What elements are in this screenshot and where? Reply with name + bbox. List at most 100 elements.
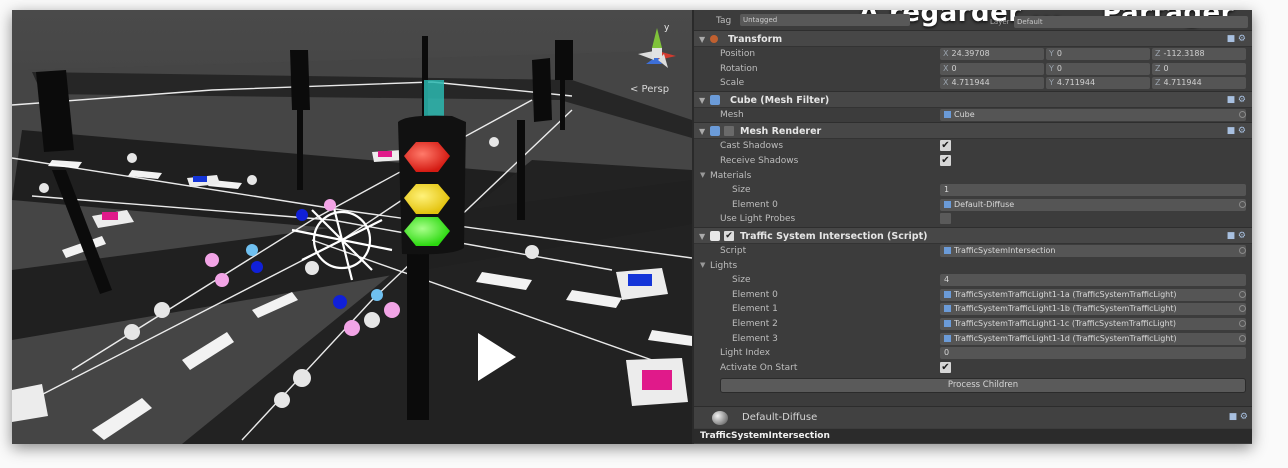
light-index-label: Light Index	[720, 348, 771, 359]
collapse-arrow-icon[interactable]: ▼	[699, 127, 705, 136]
component-settings-icon[interactable]: ■ ⚙	[1227, 231, 1246, 241]
material-sphere-icon	[712, 411, 728, 425]
light-index-row: Light Index 0	[694, 346, 1252, 361]
lights-row[interactable]: ▼ Lights	[694, 259, 1252, 274]
collapse-arrow-icon[interactable]: ▼	[699, 96, 705, 105]
component-settings-icon[interactable]: ■ ⚙	[1229, 412, 1248, 422]
object-picker-icon[interactable]	[1239, 110, 1246, 118]
tag-dropdown[interactable]: Untagged	[740, 14, 910, 26]
light-element-field[interactable]: TrafficSystemTrafficLight1-1b (TrafficSy…	[940, 303, 1246, 316]
position-row: Position X 24.39708 Y0 Z -112.3188	[694, 47, 1252, 62]
light-probes-label: Use Light Probes	[720, 214, 796, 225]
material-element0-field[interactable]: Default-Diffuse	[940, 198, 1246, 211]
materials-size-label: Size	[732, 185, 751, 196]
transform-title: Transform	[728, 34, 783, 45]
lights-label: Lights	[710, 260, 738, 271]
light-element-field[interactable]: TrafficSystemTrafficLight1-1a (TrafficSy…	[940, 288, 1246, 301]
material-element0-row: Element 0 Default-Diffuse	[694, 198, 1252, 213]
transform-icon	[710, 35, 718, 43]
light-element-row: Element 3 TrafficSystemTrafficLight1-1d …	[694, 332, 1252, 347]
object-picker-icon[interactable]	[1239, 334, 1246, 342]
rotation-x-field[interactable]: X0	[940, 62, 1044, 75]
layer-dropdown[interactable]: Default	[1014, 16, 1248, 28]
scene-view[interactable]: y < Persp	[12, 10, 692, 444]
light-element-field[interactable]: TrafficSystemTrafficLight1-1d (TrafficSy…	[940, 332, 1246, 345]
expand-arrow-icon[interactable]: ▼	[700, 261, 705, 269]
script-title: Traffic System Intersection (Script)	[740, 230, 928, 242]
position-z-field[interactable]: Z -112.3188	[1152, 48, 1246, 60]
light-element-row: Element 0 TrafficSystemTrafficLight1-1a …	[694, 288, 1252, 303]
script-field[interactable]: TrafficSystemIntersection	[940, 244, 1246, 257]
expand-arrow-icon[interactable]: ▼	[700, 171, 705, 179]
mesh-renderer-icon	[710, 126, 720, 137]
cast-shadows-label: Cast Shadows	[720, 141, 784, 152]
lights-size-label: Size	[732, 275, 751, 286]
light-probes-row: Use Light Probes	[694, 212, 1252, 227]
video-frame: y < Persp A regarder ...Partager Tag Unt…	[12, 10, 1252, 444]
mesh-label: Mesh	[720, 109, 744, 120]
position-y-field[interactable]: Y0	[1046, 48, 1150, 60]
rotation-y-field[interactable]: Y0	[1046, 62, 1150, 75]
script-header[interactable]: ▼ ✔ Traffic System Intersection (Script)…	[694, 226, 1252, 244]
scale-z-field[interactable]: Z 4.711944	[1152, 77, 1246, 90]
receive-shadows-label: Receive Shadows	[720, 155, 799, 166]
collapse-arrow-icon[interactable]: ▼	[699, 232, 705, 241]
mesh-filter-title: Cube (Mesh Filter)	[730, 94, 830, 106]
lights-size-row: Size 4	[694, 273, 1252, 288]
play-button[interactable]	[452, 315, 536, 399]
mesh-filter-header[interactable]: ▼ Cube (Mesh Filter) ■ ⚙	[694, 90, 1252, 108]
mesh-renderer-header[interactable]: ▼ Mesh Renderer ■ ⚙	[694, 122, 1252, 140]
gizmo-y-label: y	[664, 23, 670, 33]
materials-size-field[interactable]: 1	[940, 184, 1246, 197]
material-preview-row[interactable]: Default-Diffuse ■ ⚙	[694, 406, 1252, 428]
rotation-z-field[interactable]: Z0	[1152, 62, 1246, 75]
rotation-label: Rotation	[720, 63, 758, 74]
script-enable-checkbox[interactable]: ✔	[724, 230, 734, 241]
play-icon	[478, 333, 516, 381]
scale-x-field[interactable]: X 4.711944	[940, 77, 1044, 90]
mesh-renderer-title: Mesh Renderer	[740, 126, 822, 138]
transform-header[interactable]: ▼ Transform ■ ⚙	[694, 30, 1252, 47]
material-element0-label: Element 0	[732, 199, 778, 210]
rotation-row: Rotation X0 Y0 Z0	[694, 62, 1252, 77]
mesh-row: Mesh Cube	[694, 108, 1252, 123]
layer-label: Layer	[990, 18, 1010, 26]
object-picker-icon[interactable]	[1239, 200, 1246, 208]
light-element-label: Element 2	[732, 318, 778, 329]
light-element-row: Element 2 TrafficSystemTrafficLight1-1c …	[694, 317, 1252, 332]
object-picker-icon[interactable]	[1239, 319, 1246, 327]
receive-shadows-checkbox[interactable]: ✔	[940, 154, 951, 166]
position-x-field[interactable]: X 24.39708	[940, 48, 1044, 60]
cast-shadows-checkbox[interactable]: ✔	[940, 140, 951, 152]
light-element-label: Element 0	[732, 289, 778, 300]
mesh-field[interactable]: Cube	[940, 108, 1246, 121]
material-name: Default-Diffuse	[742, 412, 818, 423]
component-settings-icon[interactable]: ■ ⚙	[1227, 34, 1246, 44]
inspector-footer: TrafficSystemIntersection	[694, 429, 1252, 443]
object-picker-icon[interactable]	[1239, 246, 1246, 254]
tag-label: Tag	[716, 16, 732, 26]
cast-shadows-row: Cast Shadows ✔	[694, 139, 1252, 154]
light-probes-checkbox[interactable]	[940, 213, 951, 225]
position-label: Position	[720, 49, 756, 59]
component-settings-icon[interactable]: ■ ⚙	[1227, 126, 1246, 136]
lights-size-field[interactable]: 4	[940, 274, 1246, 287]
light-index-field[interactable]: 0	[940, 347, 1246, 360]
axis-gizmo[interactable]: y	[624, 18, 690, 86]
component-settings-icon[interactable]: ■ ⚙	[1227, 95, 1246, 105]
scale-row: Scale X 4.711944 Y 4.711944 Z 4.711944	[694, 76, 1252, 91]
collapse-arrow-icon[interactable]: ▼	[699, 35, 705, 44]
object-picker-icon[interactable]	[1239, 290, 1246, 298]
receive-shadows-row: Receive Shadows ✔	[694, 154, 1252, 169]
process-children-button[interactable]: Process Children	[720, 378, 1246, 394]
mesh-filter-icon	[710, 94, 720, 105]
view-mode-label[interactable]: < Persp	[630, 84, 669, 95]
traffic-light	[398, 115, 466, 255]
script-icon	[710, 230, 720, 241]
mesh-renderer-enable-checkbox[interactable]	[724, 126, 734, 137]
scale-y-field[interactable]: Y 4.711944	[1046, 77, 1150, 90]
activate-on-start-checkbox[interactable]: ✔	[940, 361, 951, 373]
materials-row[interactable]: ▼ Materials	[694, 169, 1252, 184]
light-element-field[interactable]: TrafficSystemTrafficLight1-1c (TrafficSy…	[940, 317, 1246, 330]
activate-label: Activate On Start	[720, 362, 798, 373]
